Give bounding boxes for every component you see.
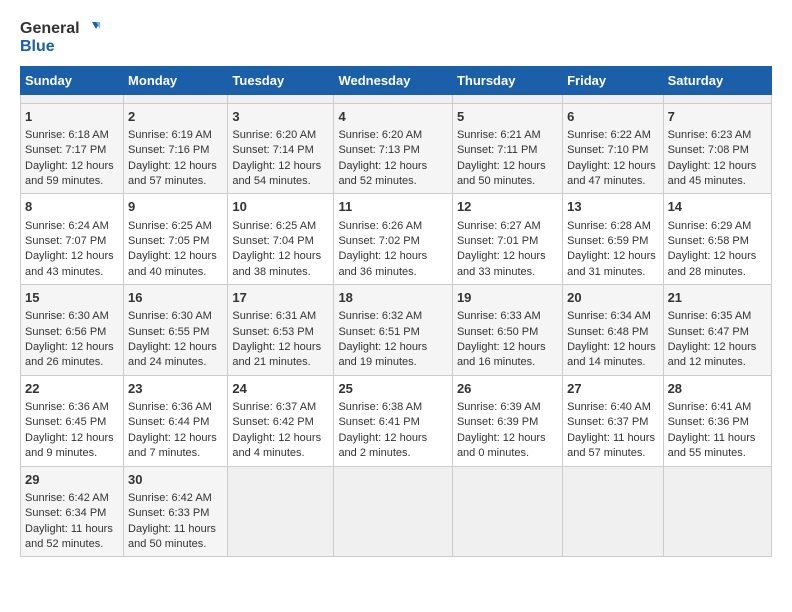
day-number: 26	[457, 380, 558, 398]
day-number: 1	[25, 108, 119, 126]
calendar-cell: 23Sunrise: 6:36 AMSunset: 6:44 PMDayligh…	[124, 375, 228, 466]
calendar-cell: 12Sunrise: 6:27 AMSunset: 7:01 PMDayligh…	[452, 194, 562, 285]
day-number: 27	[567, 380, 658, 398]
logo-text-blue: Blue	[20, 38, 100, 56]
day-number: 29	[25, 471, 119, 489]
day-number: 9	[128, 198, 223, 216]
calendar-week-row: 22Sunrise: 6:36 AMSunset: 6:45 PMDayligh…	[21, 375, 772, 466]
calendar-cell	[452, 466, 562, 557]
calendar-cell	[663, 94, 771, 103]
calendar-cell: 15Sunrise: 6:30 AMSunset: 6:56 PMDayligh…	[21, 285, 124, 376]
calendar-cell	[334, 466, 453, 557]
calendar-cell	[124, 94, 228, 103]
weekday-header: Sunday	[21, 66, 124, 94]
calendar-week-row: 29Sunrise: 6:42 AMSunset: 6:34 PMDayligh…	[21, 466, 772, 557]
weekday-header: Tuesday	[228, 66, 334, 94]
day-number: 15	[25, 289, 119, 307]
calendar-cell: 7Sunrise: 6:23 AMSunset: 7:08 PMDaylight…	[663, 103, 771, 194]
weekday-header: Friday	[563, 66, 663, 94]
day-number: 5	[457, 108, 558, 126]
logo: General Blue	[20, 20, 100, 56]
calendar-cell: 28Sunrise: 6:41 AMSunset: 6:36 PMDayligh…	[663, 375, 771, 466]
calendar-cell: 25Sunrise: 6:38 AMSunset: 6:41 PMDayligh…	[334, 375, 453, 466]
calendar-cell: 6Sunrise: 6:22 AMSunset: 7:10 PMDaylight…	[563, 103, 663, 194]
day-number: 17	[232, 289, 329, 307]
weekday-header: Wednesday	[334, 66, 453, 94]
calendar-cell: 9Sunrise: 6:25 AMSunset: 7:05 PMDaylight…	[124, 194, 228, 285]
calendar-cell: 21Sunrise: 6:35 AMSunset: 6:47 PMDayligh…	[663, 285, 771, 376]
day-number: 11	[338, 198, 448, 216]
calendar-cell	[21, 94, 124, 103]
calendar-cell: 11Sunrise: 6:26 AMSunset: 7:02 PMDayligh…	[334, 194, 453, 285]
day-number: 2	[128, 108, 223, 126]
calendar-cell: 19Sunrise: 6:33 AMSunset: 6:50 PMDayligh…	[452, 285, 562, 376]
day-number: 4	[338, 108, 448, 126]
day-number: 12	[457, 198, 558, 216]
calendar-cell: 16Sunrise: 6:30 AMSunset: 6:55 PMDayligh…	[124, 285, 228, 376]
day-number: 28	[668, 380, 767, 398]
logo-text-general: General	[20, 20, 80, 38]
calendar-cell: 8Sunrise: 6:24 AMSunset: 7:07 PMDaylight…	[21, 194, 124, 285]
calendar-week-row: 8Sunrise: 6:24 AMSunset: 7:07 PMDaylight…	[21, 194, 772, 285]
weekday-header: Saturday	[663, 66, 771, 94]
calendar-cell	[228, 466, 334, 557]
calendar-cell: 20Sunrise: 6:34 AMSunset: 6:48 PMDayligh…	[563, 285, 663, 376]
day-number: 19	[457, 289, 558, 307]
calendar-cell: 17Sunrise: 6:31 AMSunset: 6:53 PMDayligh…	[228, 285, 334, 376]
logo-bird-icon	[82, 20, 100, 38]
calendar-cell	[563, 94, 663, 103]
calendar-cell	[228, 94, 334, 103]
calendar-cell	[452, 94, 562, 103]
day-number: 30	[128, 471, 223, 489]
day-number: 3	[232, 108, 329, 126]
calendar-week-row	[21, 94, 772, 103]
calendar-cell: 1Sunrise: 6:18 AMSunset: 7:17 PMDaylight…	[21, 103, 124, 194]
calendar-cell: 10Sunrise: 6:25 AMSunset: 7:04 PMDayligh…	[228, 194, 334, 285]
calendar-cell: 13Sunrise: 6:28 AMSunset: 6:59 PMDayligh…	[563, 194, 663, 285]
day-number: 25	[338, 380, 448, 398]
calendar-cell: 14Sunrise: 6:29 AMSunset: 6:58 PMDayligh…	[663, 194, 771, 285]
day-number: 22	[25, 380, 119, 398]
weekday-header: Thursday	[452, 66, 562, 94]
calendar-cell: 29Sunrise: 6:42 AMSunset: 6:34 PMDayligh…	[21, 466, 124, 557]
calendar-cell: 27Sunrise: 6:40 AMSunset: 6:37 PMDayligh…	[563, 375, 663, 466]
day-number: 20	[567, 289, 658, 307]
day-number: 6	[567, 108, 658, 126]
calendar-week-row: 15Sunrise: 6:30 AMSunset: 6:56 PMDayligh…	[21, 285, 772, 376]
day-number: 8	[25, 198, 119, 216]
calendar-week-row: 1Sunrise: 6:18 AMSunset: 7:17 PMDaylight…	[21, 103, 772, 194]
calendar-cell	[563, 466, 663, 557]
day-number: 21	[668, 289, 767, 307]
weekday-header-row: SundayMondayTuesdayWednesdayThursdayFrid…	[21, 66, 772, 94]
page-header: General Blue	[20, 20, 772, 56]
calendar-cell: 24Sunrise: 6:37 AMSunset: 6:42 PMDayligh…	[228, 375, 334, 466]
calendar-cell: 3Sunrise: 6:20 AMSunset: 7:14 PMDaylight…	[228, 103, 334, 194]
day-number: 18	[338, 289, 448, 307]
day-number: 7	[668, 108, 767, 126]
day-number: 23	[128, 380, 223, 398]
day-number: 24	[232, 380, 329, 398]
day-number: 13	[567, 198, 658, 216]
calendar-cell: 26Sunrise: 6:39 AMSunset: 6:39 PMDayligh…	[452, 375, 562, 466]
calendar-table: SundayMondayTuesdayWednesdayThursdayFrid…	[20, 66, 772, 558]
calendar-cell	[663, 466, 771, 557]
calendar-cell: 18Sunrise: 6:32 AMSunset: 6:51 PMDayligh…	[334, 285, 453, 376]
calendar-cell	[334, 94, 453, 103]
weekday-header: Monday	[124, 66, 228, 94]
day-number: 16	[128, 289, 223, 307]
calendar-cell: 30Sunrise: 6:42 AMSunset: 6:33 PMDayligh…	[124, 466, 228, 557]
calendar-cell: 2Sunrise: 6:19 AMSunset: 7:16 PMDaylight…	[124, 103, 228, 194]
calendar-cell: 4Sunrise: 6:20 AMSunset: 7:13 PMDaylight…	[334, 103, 453, 194]
calendar-cell: 22Sunrise: 6:36 AMSunset: 6:45 PMDayligh…	[21, 375, 124, 466]
calendar-cell: 5Sunrise: 6:21 AMSunset: 7:11 PMDaylight…	[452, 103, 562, 194]
day-number: 14	[668, 198, 767, 216]
day-number: 10	[232, 198, 329, 216]
